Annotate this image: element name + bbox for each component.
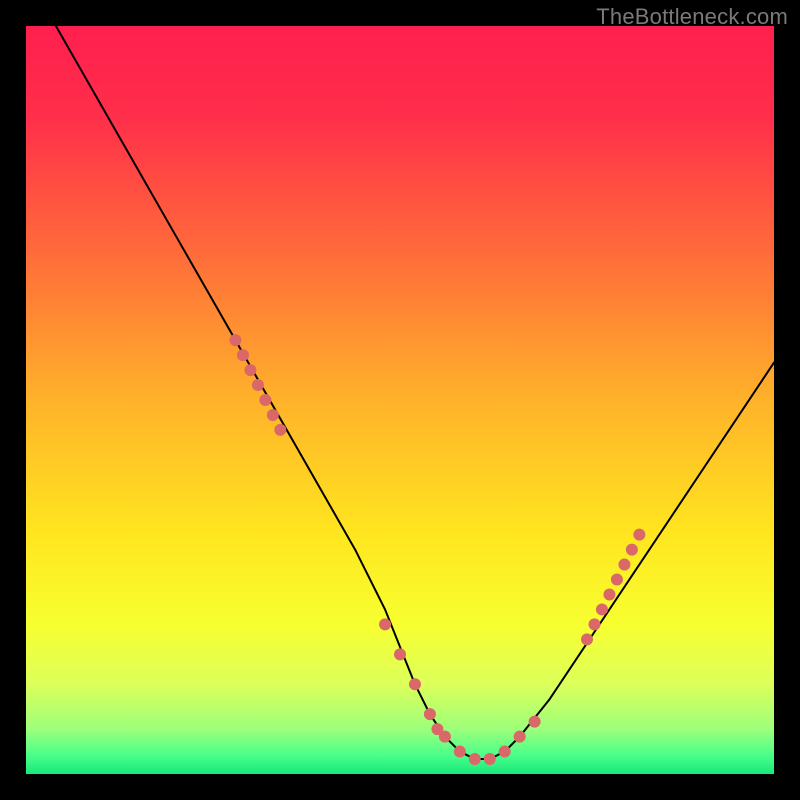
marker-dot bbox=[244, 364, 256, 376]
marker-dot bbox=[633, 529, 645, 541]
marker-dot bbox=[267, 409, 279, 421]
marker-dot bbox=[618, 559, 630, 571]
marker-dot bbox=[603, 588, 615, 600]
marker-dot bbox=[581, 633, 593, 645]
app-frame: TheBottleneck.com bbox=[0, 0, 800, 800]
marker-dot bbox=[394, 648, 406, 660]
marker-dot bbox=[611, 574, 623, 586]
marker-dot bbox=[484, 753, 496, 765]
chart-area bbox=[26, 26, 774, 774]
marker-dot bbox=[529, 716, 541, 728]
marker-dot bbox=[252, 379, 264, 391]
marker-dot bbox=[469, 753, 481, 765]
marker-dot bbox=[596, 603, 608, 615]
chart-background bbox=[26, 26, 774, 774]
chart-svg bbox=[26, 26, 774, 774]
marker-dot bbox=[237, 349, 249, 361]
marker-dot bbox=[514, 731, 526, 743]
watermark: TheBottleneck.com bbox=[596, 4, 788, 30]
marker-dot bbox=[379, 618, 391, 630]
marker-dot bbox=[424, 708, 436, 720]
marker-dot bbox=[439, 731, 451, 743]
marker-dot bbox=[229, 334, 241, 346]
marker-dot bbox=[499, 746, 511, 758]
marker-dot bbox=[409, 678, 421, 690]
marker-dot bbox=[274, 424, 286, 436]
marker-dot bbox=[588, 618, 600, 630]
marker-dot bbox=[626, 544, 638, 556]
marker-dot bbox=[454, 746, 466, 758]
marker-dot bbox=[259, 394, 271, 406]
